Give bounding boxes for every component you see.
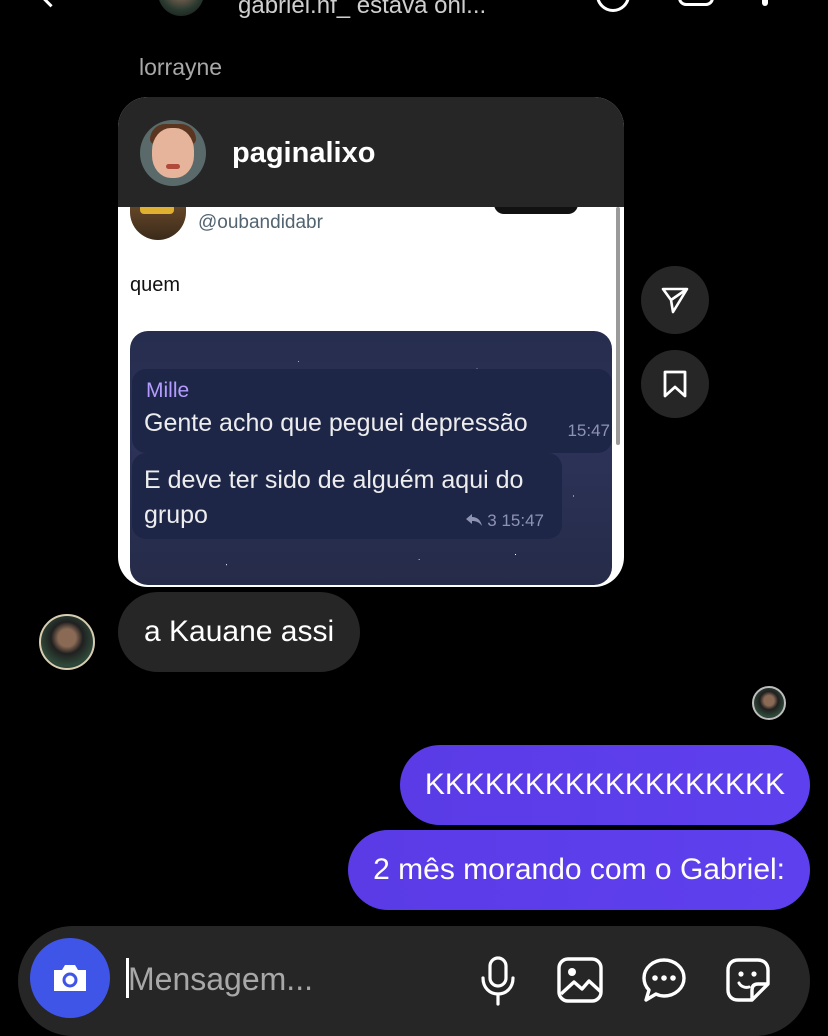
chat-bubble: E deve ter sido de alguém aqui do grupo … [132, 453, 562, 539]
header-avatar[interactable] [158, 0, 204, 16]
post-username: paginalixo [232, 137, 376, 169]
post-scrollbar [616, 207, 620, 445]
seen-avatar [752, 686, 786, 720]
video-call-icon[interactable] [678, 0, 714, 6]
reply-count: 3 [487, 511, 497, 530]
sent-message[interactable]: 2 mês morando com o Gabriel: [348, 830, 810, 910]
message-time: 15:47 [567, 421, 610, 440]
back-arrow-icon[interactable] [35, 0, 66, 8]
sticker-icon [726, 958, 770, 1002]
sender-avatar[interactable] [39, 614, 95, 670]
tweet-handle: @oubandidabr [198, 212, 323, 233]
info-icon[interactable] [762, 0, 768, 6]
sender-name: lorrayne [139, 54, 223, 80]
whatsapp-screenshot: Mille Gente acho que peguei depressão 15… [130, 331, 612, 585]
chat-message: Gente acho que peguei depressão [144, 409, 528, 437]
chat-bubble: Mille Gente acho que peguei depressão 15… [132, 369, 612, 453]
image-icon [557, 957, 603, 1003]
active-status: gabriel.nf_ estava onl... [238, 0, 487, 19]
camera-icon [54, 965, 86, 991]
tweet-text: quem [130, 274, 181, 296]
paper-plane-icon [661, 287, 689, 314]
reply-arrow-icon [465, 514, 482, 526]
received-message[interactable]: a Kauane assi [118, 592, 361, 672]
bookmark-icon [663, 370, 687, 398]
post-header[interactable]: paginalixo [118, 97, 624, 207]
sent-message[interactable]: KKKKKKKKKKKKKKKKKK [399, 745, 810, 825]
microphone-icon [481, 956, 515, 1006]
tweet-author-avatar [130, 202, 186, 240]
message-composer [18, 926, 810, 1036]
message-input[interactable] [128, 956, 458, 1002]
header-actions [596, 0, 768, 12]
chat-bubble-icon [642, 958, 686, 1002]
post-author-avatar [140, 120, 206, 186]
save-button[interactable] [641, 350, 709, 418]
call-icon[interactable] [596, 0, 630, 12]
share-button[interactable] [641, 266, 709, 334]
shared-post-card[interactable]: @oubandidabr quem Mille Gente acho que p… [118, 97, 624, 587]
message-meta: 3 15:47 [465, 511, 544, 531]
message-time: 15:47 [501, 511, 544, 530]
camera-button[interactable] [30, 938, 110, 1018]
contact-name: Mille [146, 379, 190, 402]
